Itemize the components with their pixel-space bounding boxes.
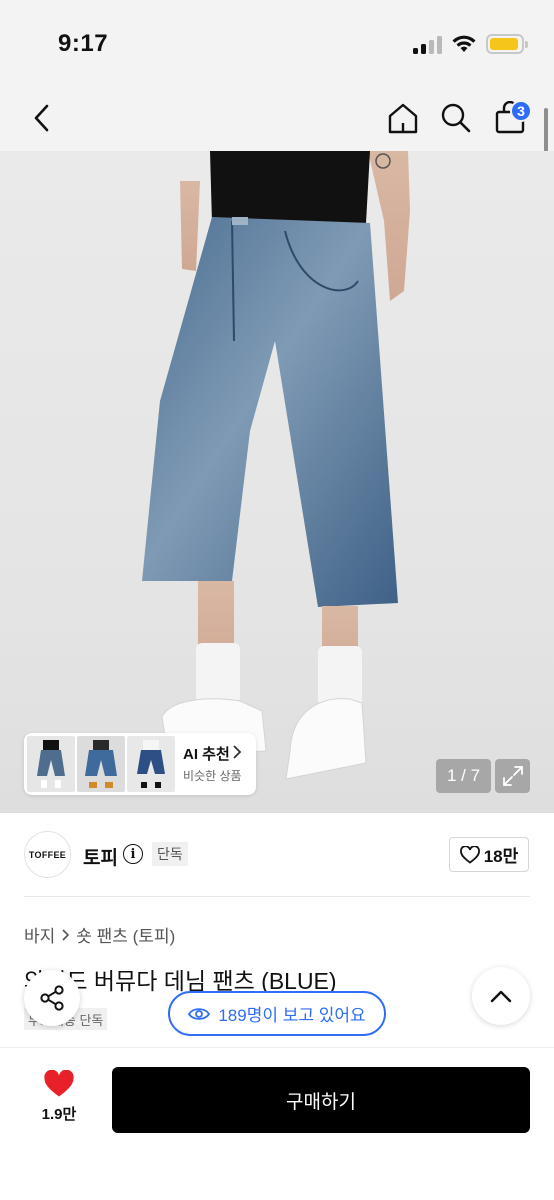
brand-logo[interactable]: TOFFEE [24, 831, 71, 878]
chevron-left-icon [34, 104, 49, 132]
product-image-gallery[interactable]: AI 추천 비슷한 상품 1 / 7 [0, 151, 554, 813]
breadcrumb-subcategory[interactable]: 숏 팬츠 (토피) [76, 922, 175, 947]
bottom-action-bar: 1.9만 구매하기 [0, 1047, 554, 1200]
status-bar: 9:17 [0, 0, 554, 88]
eye-icon [188, 1007, 211, 1020]
viewers-indicator: 189명이 보고 있어요 [168, 991, 386, 1036]
ai-recommend-card[interactable]: AI 추천 비슷한 상품 [24, 733, 256, 795]
breadcrumb-category[interactable]: 바지 [24, 922, 55, 947]
share-button[interactable] [24, 970, 80, 1026]
thumbnail-1[interactable] [27, 736, 75, 792]
thumbnail-3[interactable] [127, 736, 175, 792]
home-icon [388, 103, 418, 134]
ai-recommend-title: AI 추천 [183, 746, 230, 763]
divider [24, 896, 530, 897]
brand-name[interactable]: 토피 [83, 843, 118, 870]
share-icon [40, 985, 64, 1011]
nav-bar: 3 [0, 88, 554, 151]
brand-like-count: 18만 [483, 847, 519, 866]
breadcrumb: 바지 숏 팬츠 (토피) [24, 922, 175, 947]
chevron-right-icon [62, 928, 70, 941]
cart-count-badge: 3 [510, 100, 532, 122]
home-button[interactable] [381, 96, 425, 140]
brand-like-button[interactable]: 18만 [449, 837, 529, 872]
thumbnail-2[interactable] [77, 736, 125, 792]
wifi-icon [452, 35, 476, 52]
expand-button[interactable] [495, 759, 530, 793]
back-button[interactable] [20, 96, 64, 140]
viewers-text: 189명이 보고 있어요 [218, 1006, 366, 1025]
ai-recommend-subtitle: 비슷한 상품 [183, 769, 242, 783]
heart-outline-icon [459, 845, 480, 864]
search-button[interactable] [434, 96, 478, 140]
cellular-signal-icon [413, 36, 443, 54]
image-counter: 1 / 7 [436, 759, 491, 793]
wishlist-count: 1.9만 [41, 1106, 77, 1123]
info-icon[interactable]: i [123, 844, 143, 864]
search-icon [441, 103, 471, 133]
expand-icon [502, 766, 523, 786]
product-photo [142, 151, 410, 780]
status-time: 9:17 [58, 30, 109, 57]
wishlist-button[interactable]: 1.9만 [28, 1070, 90, 1130]
cart-button[interactable]: 3 [488, 96, 532, 140]
chevron-right-icon [233, 745, 242, 759]
exclusive-tag: 단독 [152, 842, 188, 866]
battery-icon [486, 34, 528, 54]
chevron-up-icon [490, 990, 512, 1003]
scroll-top-button[interactable] [472, 967, 530, 1025]
buy-button[interactable]: 구매하기 [112, 1067, 530, 1133]
heart-filled-icon [44, 1070, 74, 1097]
